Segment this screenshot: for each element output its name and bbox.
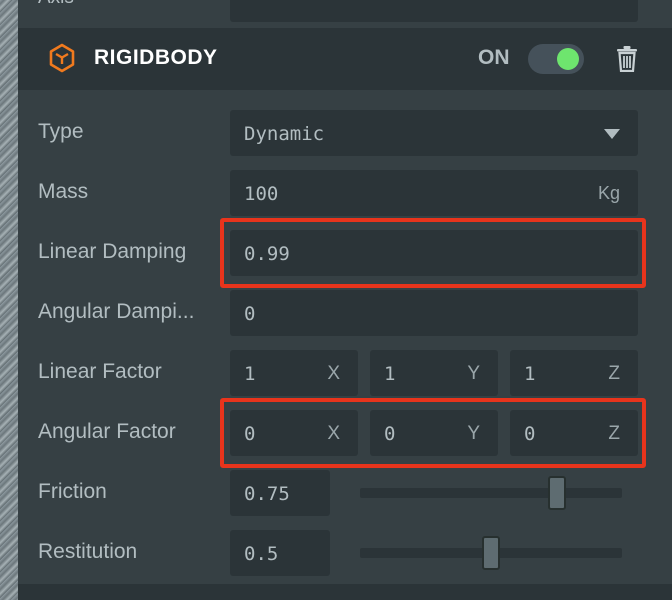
type-dropdown[interactable]: Dynamic [230,110,638,156]
friction-value: 0.75 [244,483,290,505]
next-component-header [18,584,672,600]
enabled-label: ON [478,46,510,69]
friction-label: Friction [38,480,107,503]
enabled-toggle[interactable] [528,44,584,74]
friction-input[interactable]: 0.75 [230,470,330,516]
angular-damping-input[interactable]: 0 [230,290,638,336]
mass-unit: Kg [597,183,620,203]
mass-value: 100 [244,183,279,205]
restitution-slider-handle[interactable] [482,536,500,570]
linear-factor-y-value: 1 [384,363,396,385]
trash-icon[interactable] [616,46,638,72]
mass-input[interactable]: 100 Kg [230,170,638,216]
type-value: Dynamic [244,123,325,145]
angular-damping-value: 0 [244,303,256,325]
friction-slider-handle[interactable] [547,476,566,510]
x-axis-label: X [327,363,340,384]
linear-factor-label: Linear Factor [38,360,162,383]
linear-damping-highlight [220,218,646,288]
rigidbody-header: RIGIDBODY ON [18,28,672,90]
linear-damping-label: Linear Damping [38,240,187,263]
angular-factor-highlight [220,398,646,468]
axis-value: Y [246,0,257,5]
chevron-down-icon [604,129,620,139]
previous-component-row: Axis Y ▼ [18,0,672,28]
linear-factor-z-input[interactable]: 1 Z [510,350,638,396]
linear-factor-x-value: 1 [244,363,256,385]
restitution-label: Restitution [38,540,138,563]
axis-dropdown[interactable]: Y ▼ [230,0,638,22]
rigidbody-properties: Type Dynamic Mass 100 Kg Linear Damping … [18,90,672,584]
viewport-background [0,0,18,600]
z-axis-label: Z [608,363,620,384]
restitution-input[interactable]: 0.5 [230,530,330,576]
linear-factor-y-input[interactable]: 1 Y [370,350,498,396]
friction-slider-track[interactable] [360,488,622,498]
linear-factor-z-value: 1 [524,363,536,385]
mass-label: Mass [38,180,89,203]
axis-label: Axis [38,0,74,9]
restitution-value: 0.5 [244,543,279,565]
inspector-panel: Axis Y ▼ RIGIDBODY ON Type Dynamic [18,0,672,600]
y-axis-label: Y [467,363,480,384]
toggle-knob [557,48,579,70]
angular-factor-label: Angular Factor [38,420,176,443]
rigidbody-cube-icon [49,43,75,73]
linear-factor-x-input[interactable]: 1 X [230,350,358,396]
angular-damping-label: Angular Dampi... [38,300,195,323]
type-label: Type [38,120,84,143]
component-title: RIGIDBODY [94,46,218,69]
